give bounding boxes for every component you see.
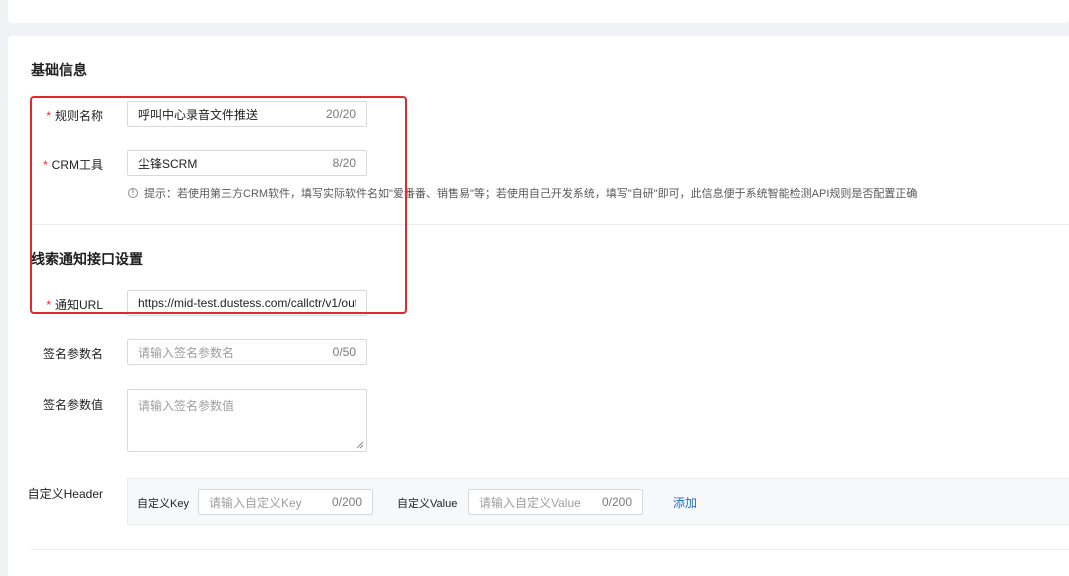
- section-title-basic: 基础信息: [31, 62, 87, 78]
- custom-key-count: 0/200: [331, 495, 362, 509]
- sign-name-placeholder: 请输入签名参数名: [138, 345, 235, 360]
- top-card: [8, 0, 1069, 23]
- sign-name-count: 0/50: [332, 345, 356, 359]
- custom-value-label: 自定义Value: [397, 498, 458, 510]
- custom-key-placeholder: 请输入自定义Key: [209, 495, 302, 510]
- custom-key-input[interactable]: 请输入自定义Key 0/200: [198, 489, 373, 515]
- sign-name-label: 签名参数名: [42, 347, 103, 361]
- custom-value-count: 0/200: [601, 495, 632, 509]
- sign-name-input[interactable]: 请输入签名参数名 0/50: [127, 339, 367, 365]
- highlight-box: [30, 96, 407, 314]
- custom-header-label: 自定义Header: [27, 487, 103, 501]
- resize-handle-icon[interactable]: [356, 441, 364, 449]
- add-header-link[interactable]: 添加: [673, 494, 697, 511]
- sign-value-label: 签名参数值: [42, 398, 103, 412]
- custom-value-input[interactable]: 请输入自定义Value 0/200: [468, 489, 643, 515]
- sign-value-placeholder: 请输入签名参数值: [138, 399, 235, 413]
- custom-value-placeholder: 请输入自定义Value: [479, 495, 581, 510]
- bottom-divider: [31, 549, 1069, 550]
- custom-key-label: 自定义Key: [137, 498, 189, 510]
- sign-value-textarea[interactable]: 请输入签名参数值: [127, 389, 367, 452]
